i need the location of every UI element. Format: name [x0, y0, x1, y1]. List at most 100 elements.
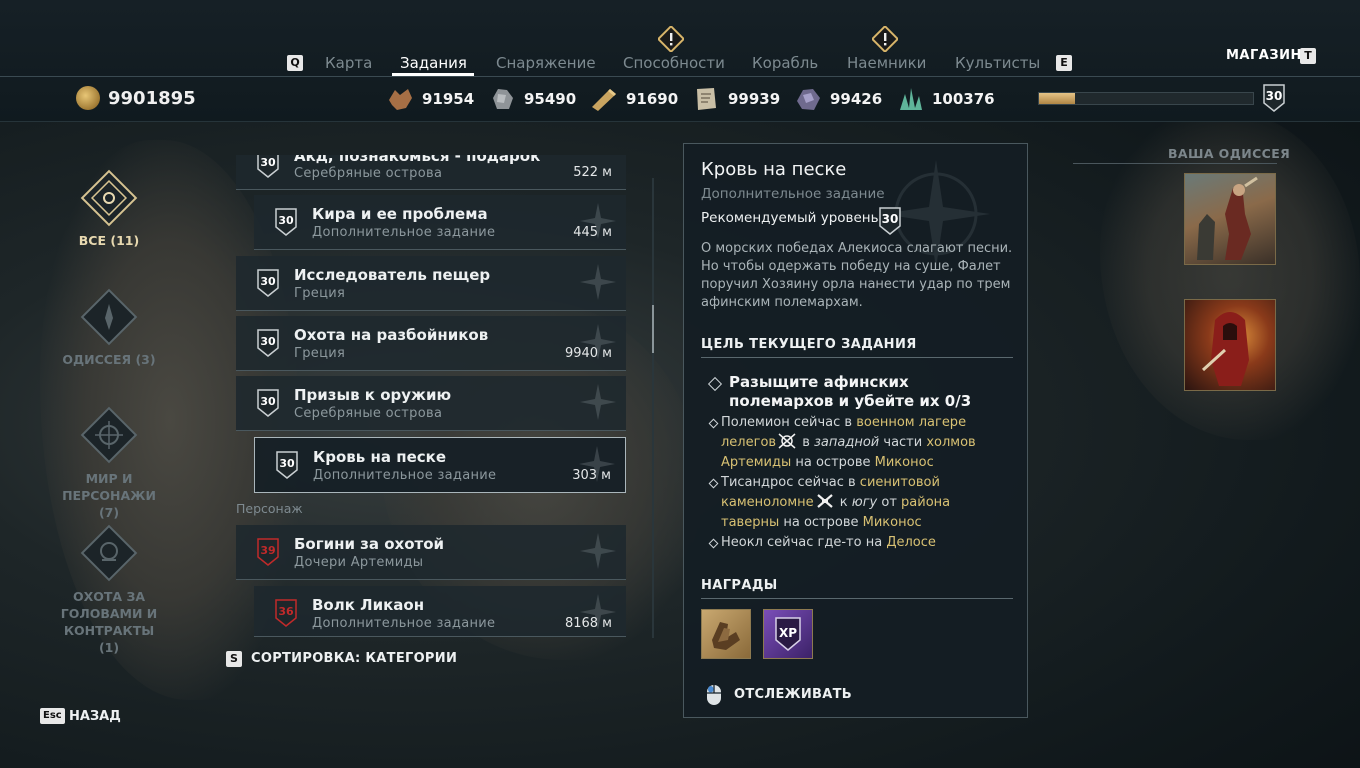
recommended-level-label: Рекомендуемый уровень [701, 210, 879, 226]
quest-item[interactable]: 30 Охота на разбойников Греция 9940 м [236, 316, 626, 371]
quest-item[interactable]: 30 Призыв к оружию Серебряные острова [236, 376, 626, 431]
category-odyssey[interactable]: ОДИССЕЯ (3) [56, 351, 162, 368]
svg-text:30: 30 [260, 335, 276, 348]
svg-text:39: 39 [260, 544, 275, 557]
compass-rose-icon [580, 264, 616, 300]
tab-quests[interactable]: Задания [400, 54, 467, 72]
track-label: ОТСЛЕЖИВАТЬ [734, 687, 852, 702]
quest-location: Греция [294, 286, 346, 301]
hint-text: части [879, 435, 927, 450]
level-badge-icon: 39 [257, 538, 279, 566]
category-bounty[interactable]: ОХОТА ЗА ГОЛОВАМИ И КОНТРАКТЫ (1) [56, 588, 162, 656]
quest-title: Акд, познакомься - подарок [294, 147, 541, 165]
reward-gauntlets[interactable] [701, 609, 751, 659]
world-characters-icon[interactable] [80, 406, 138, 464]
hooded-figure-icon [1201, 312, 1249, 386]
tab-equipment[interactable]: Снаряжение [496, 54, 596, 72]
level-badge-icon: 30 [275, 208, 297, 236]
xp-reward-label: XP [778, 626, 798, 640]
gauntlets-icon [712, 622, 740, 650]
quest-detail-panel: Кровь на песке Дополнительное задание Ре… [683, 143, 1028, 718]
resource-value: 99426 [830, 90, 883, 108]
quest-location: Серебряные острова [294, 406, 443, 421]
sort-key[interactable]: S [226, 651, 242, 667]
odyssey-card-1[interactable] [1184, 173, 1276, 265]
quest-location: Серебряные острова [294, 166, 443, 181]
quest-location: Дочери Артемиды [294, 555, 424, 570]
svg-text:30: 30 [260, 395, 276, 408]
quest-distance: 445 м [573, 225, 612, 240]
resource-value: 100376 [932, 90, 995, 108]
quest-title: Кровь на песке [313, 448, 446, 466]
rewards-heading: НАГРАДЫ [701, 578, 778, 593]
hint-text: в [798, 435, 814, 450]
quest-title: Исследователь пещер [294, 266, 491, 284]
abilities-alert-icon [658, 26, 684, 52]
tab-mercenaries[interactable]: Наемники [847, 54, 926, 72]
hint-diamond-icon [708, 538, 719, 549]
quest-item-selected[interactable]: 30 Кровь на песке Дополнительное задание… [254, 437, 626, 493]
bounty-icon[interactable] [80, 524, 138, 582]
quest-detail-title: Кровь на песке [701, 159, 847, 180]
drachma-amount: 9901895 [108, 88, 196, 109]
xp-progress-bar [1038, 92, 1254, 105]
quest-list-scrollbar[interactable] [652, 178, 654, 638]
quest-location: Дополнительное задание [312, 225, 496, 240]
quest-item[interactable]: 30 Исследователь пещер Греция [236, 256, 626, 311]
quest-item[interactable]: 30 Акд, познакомься - подарок Серебряные… [236, 147, 626, 190]
compass-rose-icon [580, 384, 616, 420]
hint-text: Полемион сейчас в [721, 415, 857, 430]
quest-distance: 522 м [573, 165, 612, 180]
svg-text:30: 30 [260, 275, 276, 288]
reward-xp[interactable]: XP [763, 609, 813, 659]
objective-diamond-icon [707, 376, 723, 392]
nav-right-key[interactable]: E [1056, 55, 1072, 71]
svg-text:36: 36 [278, 605, 294, 618]
quest-distance: 303 м [572, 468, 611, 483]
svg-text:30: 30 [279, 457, 295, 470]
category-world[interactable]: МИР И ПЕРСОНАЖИ (7) [56, 470, 162, 521]
player-level-badge: 30 [1262, 83, 1286, 113]
hint-island[interactable]: Миконос [863, 515, 922, 530]
objective-heading: ЦЕЛЬ ТЕКУЩЕГО ЗАДАНИЯ [701, 337, 917, 352]
tab-map[interactable]: Карта [325, 54, 372, 72]
resource-value: 99939 [728, 90, 781, 108]
svg-text:30: 30 [278, 214, 294, 227]
tab-abilities[interactable]: Способности [623, 54, 725, 72]
escape-key[interactable]: Esc [40, 708, 65, 724]
quest-item[interactable]: 39 Богини за охотой Дочери Артемиды [236, 525, 626, 580]
military-camp-icon [778, 433, 796, 449]
back-label: НАЗАД [69, 709, 121, 724]
crystal-icon [900, 88, 922, 110]
quest-item[interactable]: 36 Волк Ликаон Дополнительное задание 81… [254, 586, 626, 637]
quest-description: О морских победах Алекиоса слагают песни… [701, 241, 1013, 310]
current-objective: Разыщите афинских полемархов и убейте их… [729, 373, 972, 410]
wood-icon [592, 89, 616, 111]
hint-island[interactable]: Миконос [875, 455, 934, 470]
quest-title: Богини за охотой [294, 535, 445, 553]
level-badge-icon: 30 [276, 451, 298, 479]
resource-value: 95490 [524, 90, 577, 108]
mercenaries-alert-icon [872, 26, 898, 52]
all-quests-icon[interactable] [80, 169, 138, 227]
category-all[interactable]: ВСЕ (11) [56, 232, 162, 249]
xp-progress-fill [1039, 93, 1076, 104]
quest-title: Призыв к оружию [294, 386, 452, 404]
odyssey-icon[interactable] [80, 288, 138, 346]
quest-list-scroll-thumb[interactable] [652, 305, 654, 353]
odyssey-card-2[interactable] [1184, 299, 1276, 391]
tab-cultists[interactable]: Культисты [955, 54, 1040, 72]
resources-divider [0, 121, 1360, 122]
quest-location: Дополнительное задание [312, 616, 496, 631]
quest-item[interactable]: 30 Кира и ее проблема Дополнительное зад… [254, 195, 626, 250]
quest-distance: 8168 м [564, 616, 612, 631]
hint-text: к [835, 495, 852, 510]
hint-island[interactable]: Делосе [886, 535, 936, 550]
nav-left-key[interactable]: Q [287, 55, 303, 71]
tab-ship[interactable]: Корабль [752, 54, 818, 72]
hint-tisandros: Тисандрос сейчас в сиенитовой каменоломн… [721, 473, 1011, 533]
sort-label: СОРТИРОВКА: КАТЕГОРИИ [251, 651, 458, 666]
shop-label[interactable]: МАГАЗИН [1226, 48, 1302, 63]
hint-text: Неокл сейчас где-то на [721, 535, 887, 550]
shop-key[interactable]: T [1300, 48, 1316, 64]
